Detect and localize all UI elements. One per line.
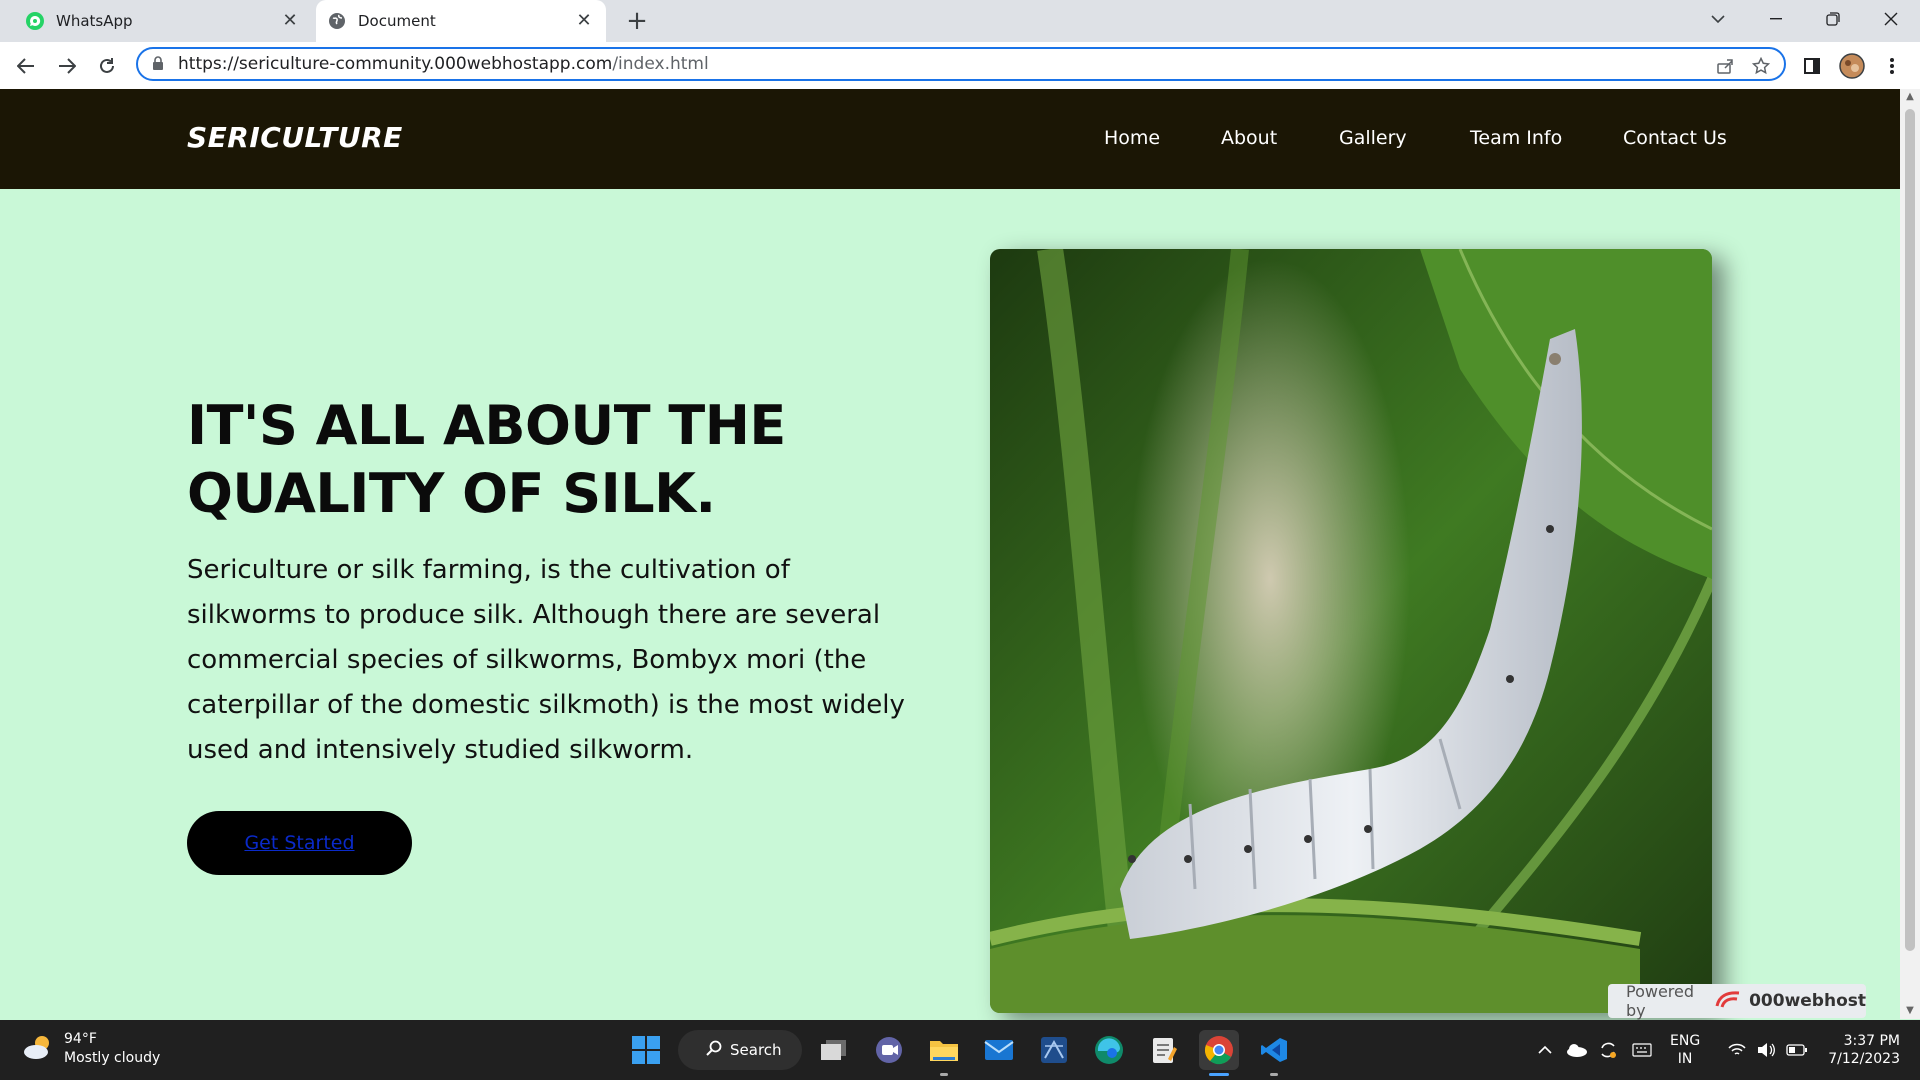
- chrome-icon[interactable]: [1199, 1030, 1239, 1070]
- keyboard-icon[interactable]: [1632, 1020, 1652, 1080]
- vscode-icon[interactable]: [1254, 1030, 1294, 1070]
- language-code: ENG: [1670, 1033, 1701, 1049]
- globe-icon: [328, 12, 346, 30]
- cloudy-weather-icon: [22, 1033, 54, 1065]
- active-indicator: [1209, 1073, 1229, 1076]
- search-label: Search: [730, 1041, 782, 1059]
- region-code: IN: [1677, 1051, 1693, 1067]
- weather-widget[interactable]: 94°F Mostly cloudy: [22, 1030, 160, 1068]
- page-scrollbar[interactable]: ▲ ▼: [1900, 89, 1920, 1019]
- weather-temp: 94°F: [64, 1031, 97, 1047]
- powered-by-brand: 000webhost: [1749, 991, 1866, 1011]
- tab-search-icon[interactable]: [1695, 0, 1741, 38]
- tab-whatsapp[interactable]: WhatsApp ✕: [14, 0, 312, 42]
- taskbar: 94°F Mostly cloudy Search ENG IN 3:37 PM…: [0, 1020, 1920, 1080]
- battery-icon[interactable]: [1786, 1020, 1808, 1080]
- clock-time: 3:37 PM: [1843, 1033, 1900, 1049]
- whatsapp-icon: [26, 12, 44, 30]
- hero-title-line2: QUALITY OF SILK.: [187, 462, 716, 525]
- sketch-app-icon[interactable]: [1034, 1030, 1074, 1070]
- search-icon: [706, 1040, 722, 1060]
- taskbar-search-button[interactable]: Search: [678, 1030, 802, 1070]
- running-indicator: [940, 1073, 948, 1076]
- edge-browser-icon[interactable]: [1089, 1030, 1129, 1070]
- reload-icon[interactable]: [91, 50, 123, 82]
- profile-avatar-icon[interactable]: [1836, 50, 1868, 82]
- browser-toolbar: https://sericulture-community.000webhost…: [0, 42, 1920, 90]
- nav-team-info[interactable]: Team Info: [1470, 127, 1562, 149]
- sync-icon[interactable]: [1598, 1020, 1618, 1080]
- nav-contact-us[interactable]: Contact Us: [1623, 127, 1727, 149]
- system-clock[interactable]: 3:37 PM 7/12/2023: [1820, 1032, 1900, 1068]
- new-tab-button[interactable]: +: [622, 6, 652, 36]
- hero-description: Sericulture or silk farming, is the cult…: [187, 555, 905, 765]
- side-panel-icon[interactable]: [1796, 50, 1828, 82]
- scrollbar-thumb[interactable]: [1905, 109, 1915, 951]
- notepad-icon[interactable]: [1144, 1030, 1184, 1070]
- silkworm-image: [990, 249, 1712, 1013]
- task-view-icon[interactable]: [814, 1030, 854, 1070]
- hero-title-line1: IT'S ALL ABOUT THE: [187, 394, 786, 457]
- tab-title: WhatsApp: [56, 12, 133, 30]
- site-navbar: SERICULTURE Home About Gallery Team Info…: [0, 89, 1900, 189]
- lock-icon[interactable]: [152, 55, 164, 74]
- nav-home[interactable]: Home: [1104, 127, 1160, 149]
- close-tab-icon[interactable]: ✕: [574, 11, 594, 31]
- teams-chat-icon[interactable]: [869, 1030, 909, 1070]
- site-logo[interactable]: SERICULTURE: [187, 121, 403, 154]
- url-text: https://sericulture-community.000webhost…: [178, 54, 709, 74]
- mail-icon[interactable]: [979, 1030, 1019, 1070]
- nav-gallery[interactable]: Gallery: [1339, 127, 1407, 149]
- scroll-down-icon[interactable]: ▼: [1900, 1003, 1920, 1019]
- tab-strip: WhatsApp ✕ Document ✕ +: [0, 0, 1920, 42]
- wifi-icon[interactable]: [1728, 1020, 1746, 1080]
- hero-title: IT'S ALL ABOUT THE QUALITY OF SILK.: [187, 392, 907, 528]
- tab-title: Document: [358, 12, 436, 30]
- nav-about[interactable]: About: [1221, 127, 1277, 149]
- share-icon[interactable]: [1714, 55, 1736, 77]
- weather-desc: Mostly cloudy: [64, 1050, 161, 1066]
- bookmark-star-icon[interactable]: [1750, 55, 1772, 77]
- address-bar[interactable]: https://sericulture-community.000webhost…: [136, 47, 1786, 81]
- close-tab-icon[interactable]: ✕: [280, 11, 300, 31]
- running-indicator: [1270, 1073, 1278, 1076]
- windows-start-icon[interactable]: [626, 1030, 666, 1070]
- onedrive-cloud-icon[interactable]: [1566, 1020, 1588, 1080]
- forward-arrow-icon[interactable]: [51, 50, 83, 82]
- get-started-button[interactable]: Get Started: [187, 811, 412, 875]
- close-window-icon[interactable]: [1868, 0, 1914, 38]
- scroll-up-icon[interactable]: ▲: [1900, 89, 1920, 105]
- tab-document[interactable]: Document ✕: [316, 0, 606, 42]
- back-arrow-icon[interactable]: [10, 50, 42, 82]
- restore-icon[interactable]: [1810, 0, 1856, 38]
- kebab-menu-icon[interactable]: [1876, 50, 1908, 82]
- clock-date: 7/12/2023: [1828, 1051, 1900, 1067]
- powered-by-badge[interactable]: Powered by 000webhost: [1608, 982, 1866, 1020]
- language-indicator[interactable]: ENG IN: [1670, 1032, 1700, 1068]
- show-hidden-icons[interactable]: [1538, 1020, 1552, 1080]
- powered-by-label: Powered by: [1626, 982, 1695, 1020]
- volume-icon[interactable]: [1756, 1020, 1776, 1080]
- file-explorer-icon[interactable]: [924, 1030, 964, 1070]
- minimize-icon[interactable]: [1753, 0, 1799, 38]
- 000webhost-logo-icon: [1713, 988, 1743, 1014]
- url-host: https://sericulture-community.000webhost…: [178, 54, 613, 74]
- url-path: /index.html: [612, 54, 709, 74]
